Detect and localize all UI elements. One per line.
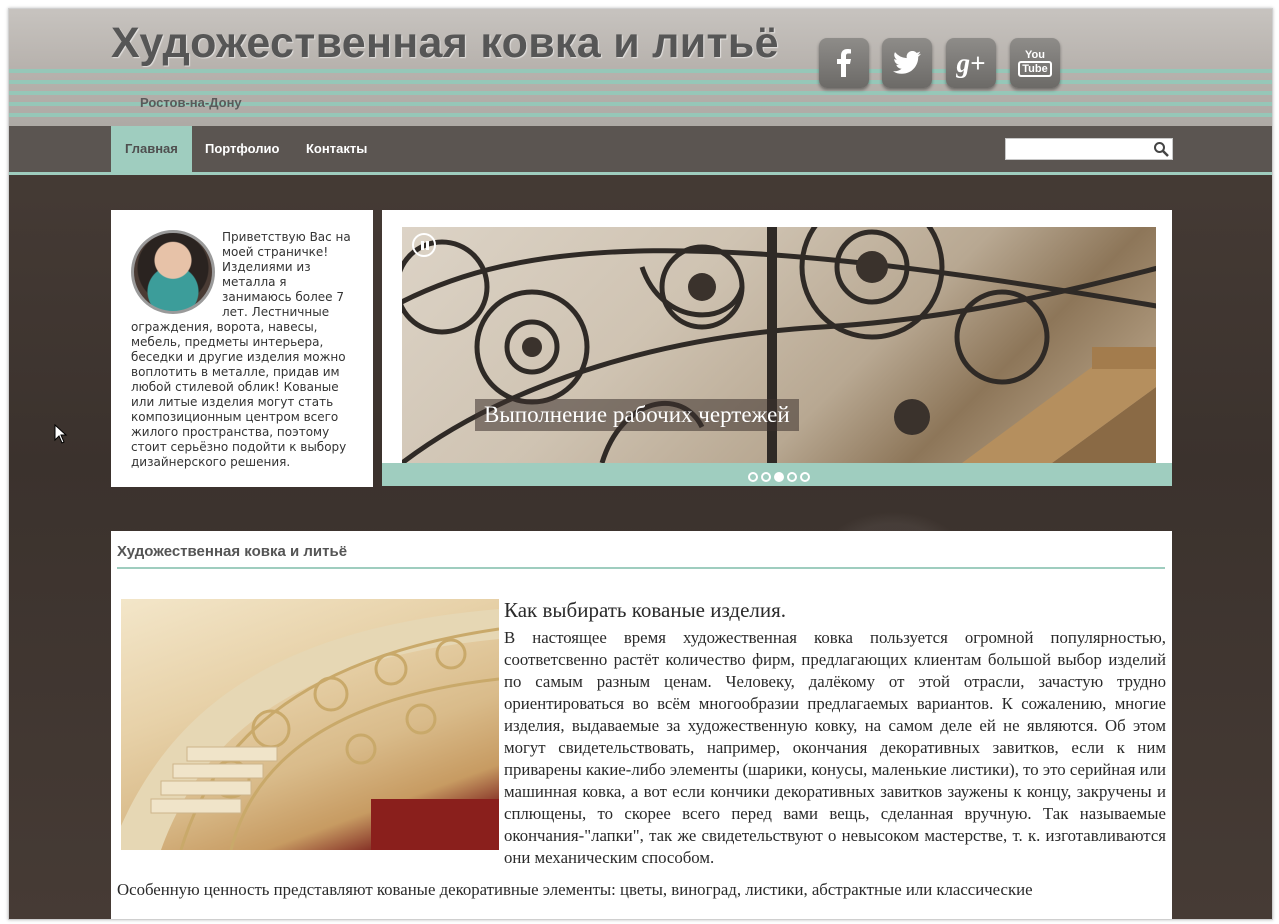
twitter-button[interactable] (882, 38, 932, 88)
pause-icon[interactable] (412, 233, 436, 257)
search-input[interactable] (1006, 139, 1154, 157)
image-slider: Выполнение рабочих чертежей (382, 210, 1172, 486)
intro-text-container: Приветствую Вас на моей страничке! Издел… (131, 230, 359, 470)
site-title: Художественная ковка и литьё (111, 19, 779, 67)
slide-dot-3[interactable] (774, 472, 784, 482)
slide-dot-4[interactable] (787, 472, 797, 482)
slide-dot-1[interactable] (748, 472, 758, 482)
nav-item-portfolio[interactable]: Портфолио (191, 126, 293, 172)
slide-dot-5[interactable] (800, 472, 810, 482)
main-content: Художественная ковка и литьё Как выбират… (111, 531, 1172, 919)
intro-box: Приветствую Вас на моей страничке! Издел… (111, 210, 373, 487)
title-divider (117, 567, 1165, 569)
mouse-cursor-icon (54, 424, 68, 444)
article-paragraph-2: Особенную ценность представляют кованые … (117, 880, 1033, 899)
site-subtitle: Ростов-на-Дону (140, 95, 242, 110)
google-plus-icon: g+ (956, 47, 986, 78)
slider-pagination (748, 472, 810, 482)
page-frame: Художественная ковка и литьё Ростов-на-Д… (8, 8, 1273, 920)
facebook-button[interactable] (819, 38, 869, 88)
nav-item-home[interactable]: Главная (111, 126, 192, 172)
article: Как выбирать кованые изделия. В настояще… (117, 597, 1166, 901)
slide-dot-2[interactable] (761, 472, 771, 482)
youtube-button[interactable]: You Tube (1010, 38, 1060, 88)
content-title: Художественная ковка и литьё (117, 543, 348, 560)
slide-caption: Выполнение рабочих чертежей (475, 399, 799, 431)
slide-image[interactable]: Выполнение рабочих чертежей (402, 227, 1156, 463)
search-box (1005, 138, 1173, 160)
facebook-icon (837, 49, 851, 77)
youtube-icon: You Tube (1018, 49, 1052, 77)
nav-item-contacts[interactable]: Контакты (292, 126, 381, 172)
search-icon[interactable] (1153, 141, 1169, 157)
google-plus-button[interactable]: g+ (946, 38, 996, 88)
main-nav: Главная Портфолио Контакты (9, 126, 1272, 175)
twitter-icon (893, 51, 921, 74)
site-header: Художественная ковка и литьё Ростов-на-Д… (9, 9, 1272, 126)
